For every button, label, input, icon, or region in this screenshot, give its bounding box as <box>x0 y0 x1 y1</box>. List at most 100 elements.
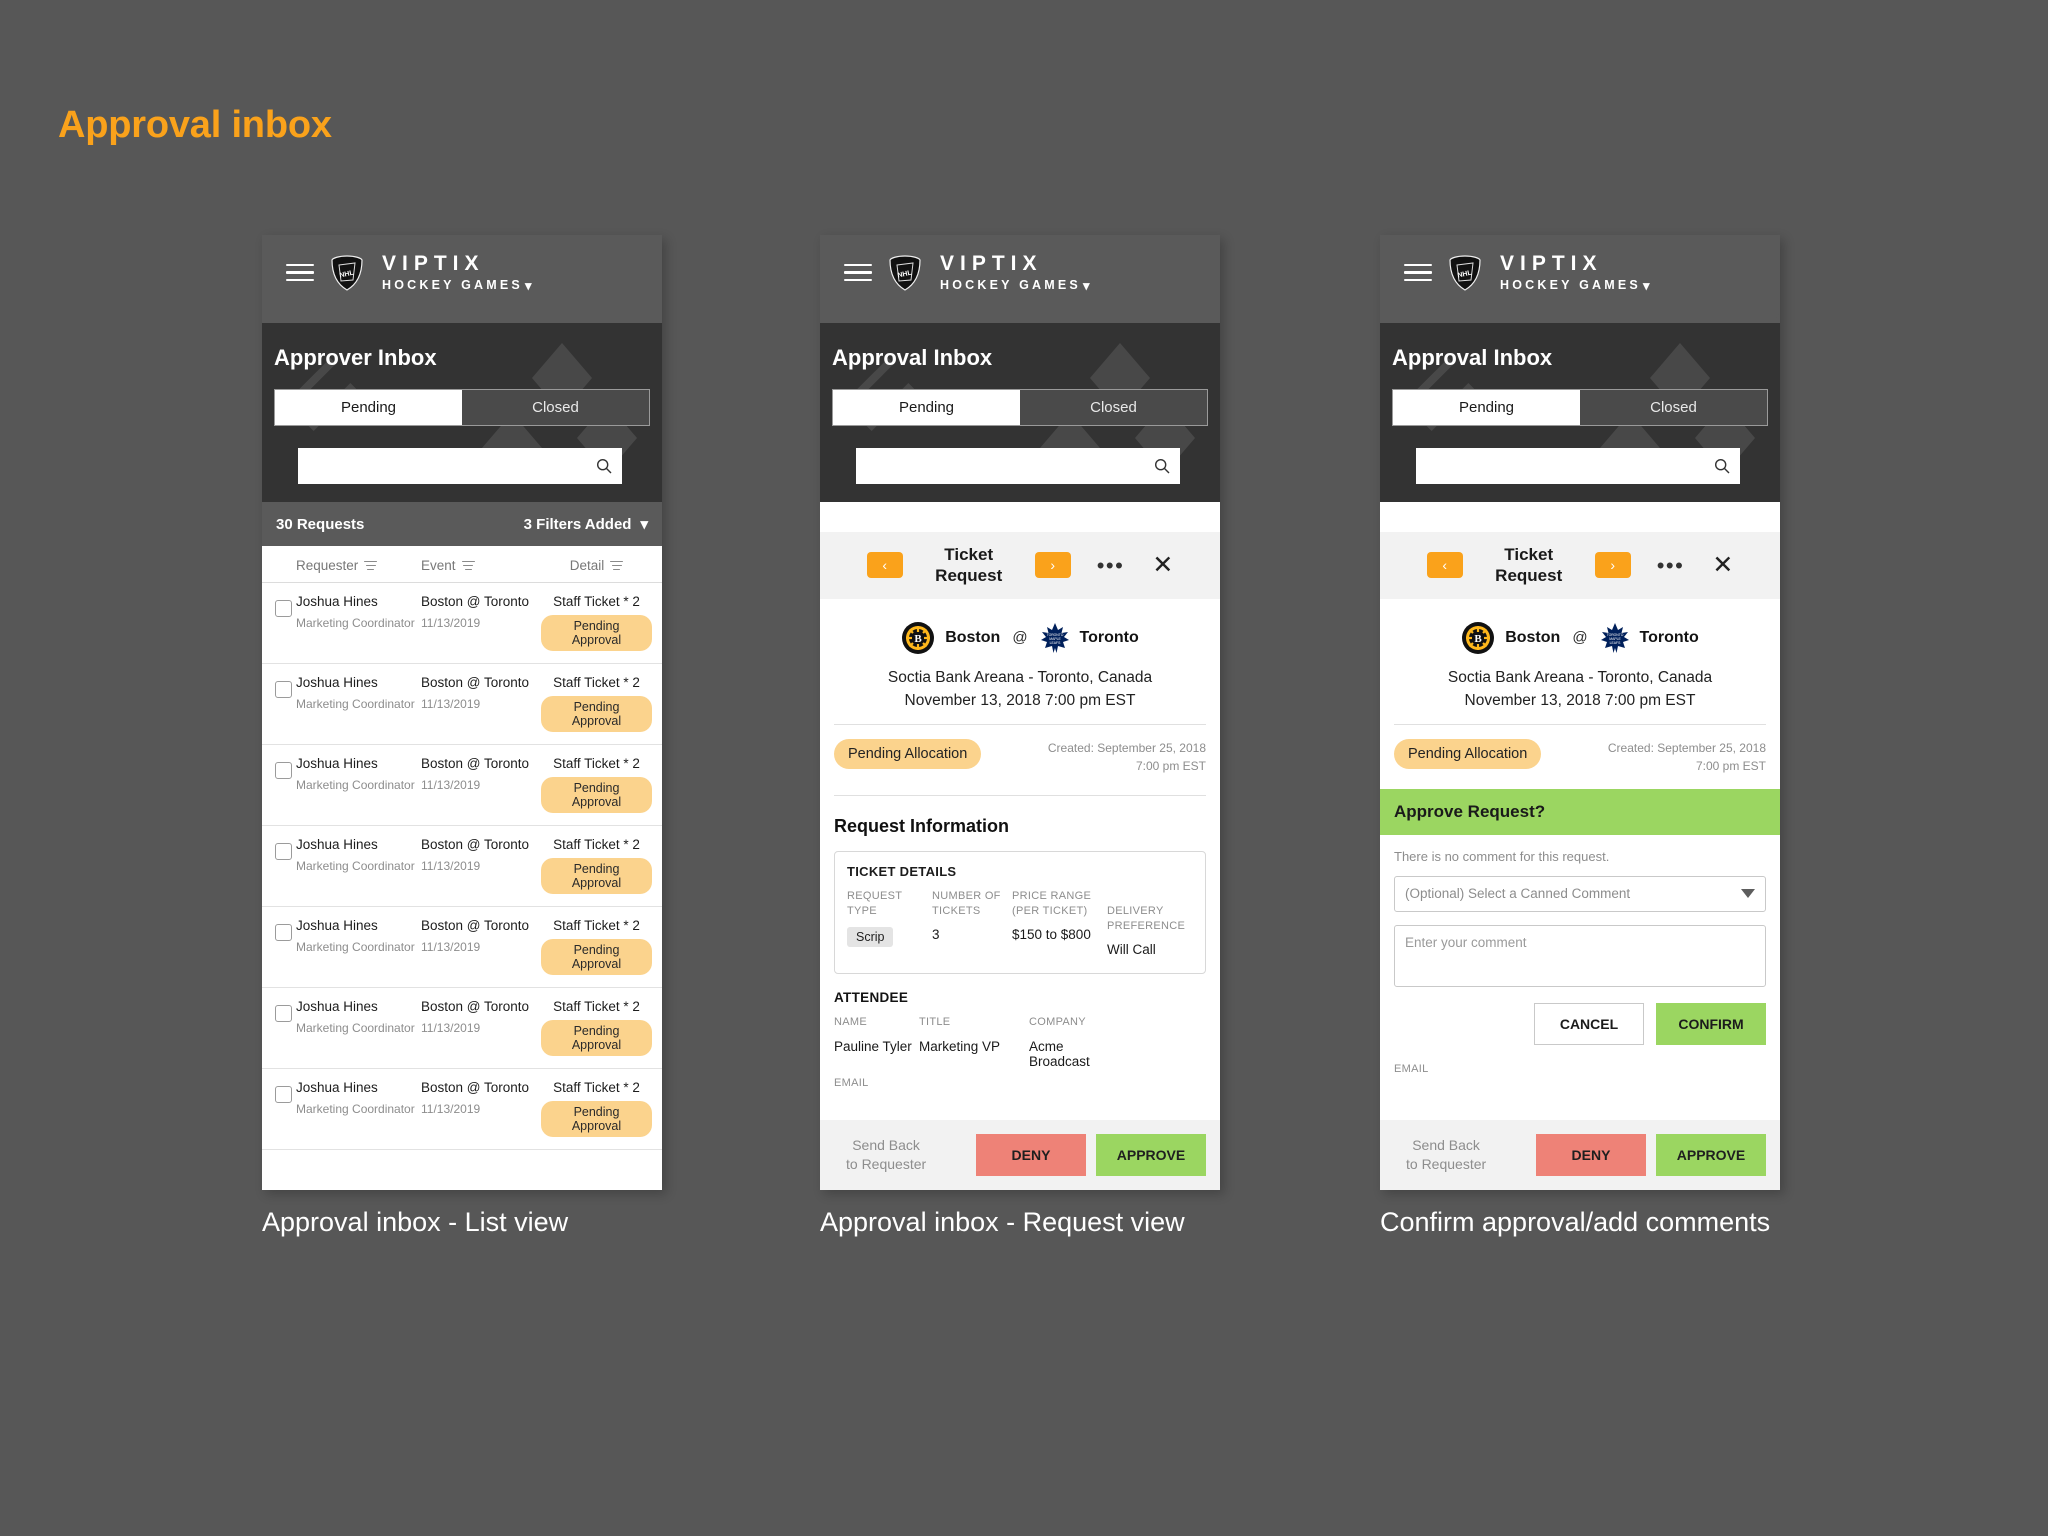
label-num-tickets-2: TICKETS <box>932 904 981 917</box>
tab-closed[interactable]: Closed <box>1020 390 1207 425</box>
nhl-shield-icon: NHL <box>889 254 921 291</box>
next-request-button[interactable]: › <box>1594 552 1631 579</box>
requester-name: Joshua Hines <box>296 675 378 690</box>
chevron-down-icon[interactable]: ▾ <box>1083 279 1093 292</box>
field-number-of-tickets: NUMBER OF TICKETS 3 <box>932 889 1012 958</box>
status-tabs: Pending Closed <box>274 389 650 426</box>
app-header: NHL VIPTIX HOCKEY GAMES ▾ <box>262 235 662 323</box>
row-checkbox[interactable] <box>275 681 292 698</box>
cell-requester: Joshua Hines Marketing Coordinator <box>296 906 421 988</box>
approve-dialog-body: There is no comment for this request. (O… <box>1380 834 1780 987</box>
hamburger-menu-icon[interactable] <box>844 263 872 282</box>
more-options-icon[interactable]: ••• <box>1097 554 1125 576</box>
cell-event: Boston @ Toronto 11/13/2019 <box>421 582 541 664</box>
row-checkbox[interactable] <box>275 843 292 860</box>
status-tabs: Pending Closed <box>832 389 1208 426</box>
row-checkbox-cell[interactable] <box>262 582 296 664</box>
confirm-button[interactable]: CONFIRM <box>1656 1002 1766 1045</box>
search-input[interactable] <box>1416 448 1740 484</box>
status-tabs: Pending Closed <box>1392 389 1768 426</box>
canned-comment-select[interactable]: (Optional) Select a Canned Comment <box>1394 875 1766 912</box>
cancel-button[interactable]: CANCEL <box>1534 1002 1644 1045</box>
approve-button[interactable]: APPROVE <box>1096 1134 1206 1176</box>
tab-closed[interactable]: Closed <box>1580 390 1767 425</box>
table-row[interactable]: Joshua Hines Marketing Coordinator Boston … <box>262 825 662 907</box>
cell-event: Boston @ Toronto 11/13/2019 <box>421 987 541 1069</box>
filters-button[interactable]: 3 Filters Added ▾ <box>523 515 648 534</box>
home-team-name: Toronto <box>1079 628 1139 646</box>
section-title-request-information: Request Information <box>834 815 1010 836</box>
prev-request-button[interactable]: ‹ <box>1426 552 1463 579</box>
filter-icon[interactable] <box>461 560 475 571</box>
value-attendee-name: Pauline Tyler <box>834 1038 912 1054</box>
status-badge: Pending Approval <box>541 858 652 894</box>
close-icon[interactable]: ✕ <box>1712 553 1733 578</box>
label-attendee-name: NAME <box>834 1016 867 1029</box>
requester-role: Marketing Coordinator <box>296 778 415 792</box>
row-checkbox[interactable] <box>275 1005 292 1022</box>
deny-button[interactable]: DENY <box>976 1134 1086 1176</box>
approve-dialog-heading: Approve Request? <box>1380 788 1780 835</box>
table-row[interactable]: Joshua Hines Marketing Coordinator Boston … <box>262 906 662 988</box>
chevron-down-icon[interactable]: ▾ <box>1643 279 1653 292</box>
send-back-button[interactable]: Send Back to Requester <box>1394 1136 1486 1174</box>
filter-icon[interactable] <box>364 560 378 571</box>
row-checkbox[interactable] <box>275 924 292 941</box>
table-row[interactable]: Joshua Hines Marketing Coordinator Boston … <box>262 1068 662 1150</box>
cell-detail: Staff Ticket * 2 Pending Approval <box>541 906 662 988</box>
table-row[interactable]: Joshua Hines Marketing Coordinator Boston … <box>262 582 662 664</box>
prev-request-button[interactable]: ‹ <box>866 552 903 579</box>
deny-button[interactable]: DENY <box>1536 1134 1646 1176</box>
more-options-icon[interactable]: ••• <box>1657 554 1685 576</box>
row-checkbox-cell[interactable] <box>262 1068 296 1150</box>
label-price-range-2: (PER TICKET) <box>1012 904 1088 917</box>
requester-name: Joshua Hines <box>296 999 378 1014</box>
filters-label: 3 Filters Added <box>523 515 632 533</box>
brand-sub: HOCKEY GAMES <box>1500 278 1641 293</box>
hamburger-menu-icon[interactable] <box>286 263 314 282</box>
hamburger-menu-icon[interactable] <box>1404 263 1432 282</box>
cell-requester: Joshua Hines Marketing Coordinator <box>296 987 421 1069</box>
event-name: Boston @ Toronto <box>421 837 530 852</box>
row-checkbox-cell[interactable] <box>262 987 296 1069</box>
event-venue: Soctia Bank Areana - Toronto, Canada <box>1447 668 1713 686</box>
table-row[interactable]: Joshua Hines Marketing Coordinator Boston … <box>262 744 662 826</box>
tab-pending[interactable]: Pending <box>833 390 1020 425</box>
table-row[interactable]: Joshua Hines Marketing Coordinator Boston … <box>262 987 662 1069</box>
close-icon[interactable]: ✕ <box>1152 553 1173 578</box>
tab-closed[interactable]: Closed <box>462 390 649 425</box>
column-detail[interactable]: Detail <box>541 546 662 583</box>
event-venue: Soctia Bank Areana - Toronto, Canada <box>887 668 1153 686</box>
next-request-button[interactable]: › <box>1034 552 1071 579</box>
tab-pending[interactable]: Pending <box>275 390 462 425</box>
row-checkbox[interactable] <box>275 1086 292 1103</box>
row-checkbox-cell[interactable] <box>262 906 296 988</box>
send-back-button[interactable]: Send Back to Requester <box>834 1136 926 1174</box>
comment-textarea[interactable]: Enter your comment <box>1394 924 1766 987</box>
search-input[interactable] <box>856 448 1180 484</box>
at-separator: @ <box>1572 629 1588 646</box>
sub-header: Approval Inbox Pending Closed <box>820 323 1220 502</box>
table-row[interactable]: Joshua Hines Marketing Coordinator Boston … <box>262 663 662 745</box>
requester-name: Joshua Hines <box>296 837 378 852</box>
at-separator: @ <box>1012 629 1028 646</box>
approve-button[interactable]: APPROVE <box>1656 1134 1766 1176</box>
row-checkbox[interactable] <box>275 600 292 617</box>
row-checkbox[interactable] <box>275 762 292 779</box>
label-request-type-2: TYPE <box>847 904 877 917</box>
row-checkbox-cell[interactable] <box>262 744 296 826</box>
event-date: 11/13/2019 <box>421 859 481 873</box>
column-requester[interactable]: Requester <box>296 546 421 583</box>
field-request-type: REQUEST TYPE Scrip <box>847 889 932 958</box>
row-checkbox-cell[interactable] <box>262 825 296 907</box>
search-input[interactable] <box>298 448 622 484</box>
search-icon <box>596 458 612 474</box>
column-event[interactable]: Event <box>421 546 541 583</box>
chevron-down-icon[interactable]: ▾ <box>525 279 535 292</box>
field-delivery-preference: DELIVERY PREFERENCE Will Call <box>1107 889 1193 958</box>
tab-pending[interactable]: Pending <box>1393 390 1580 425</box>
field-attendee-company: COMPANY Acme Broadcast <box>1029 1015 1206 1068</box>
brand-sub: HOCKEY GAMES <box>382 278 523 293</box>
row-checkbox-cell[interactable] <box>262 663 296 745</box>
filter-icon[interactable] <box>610 560 624 571</box>
